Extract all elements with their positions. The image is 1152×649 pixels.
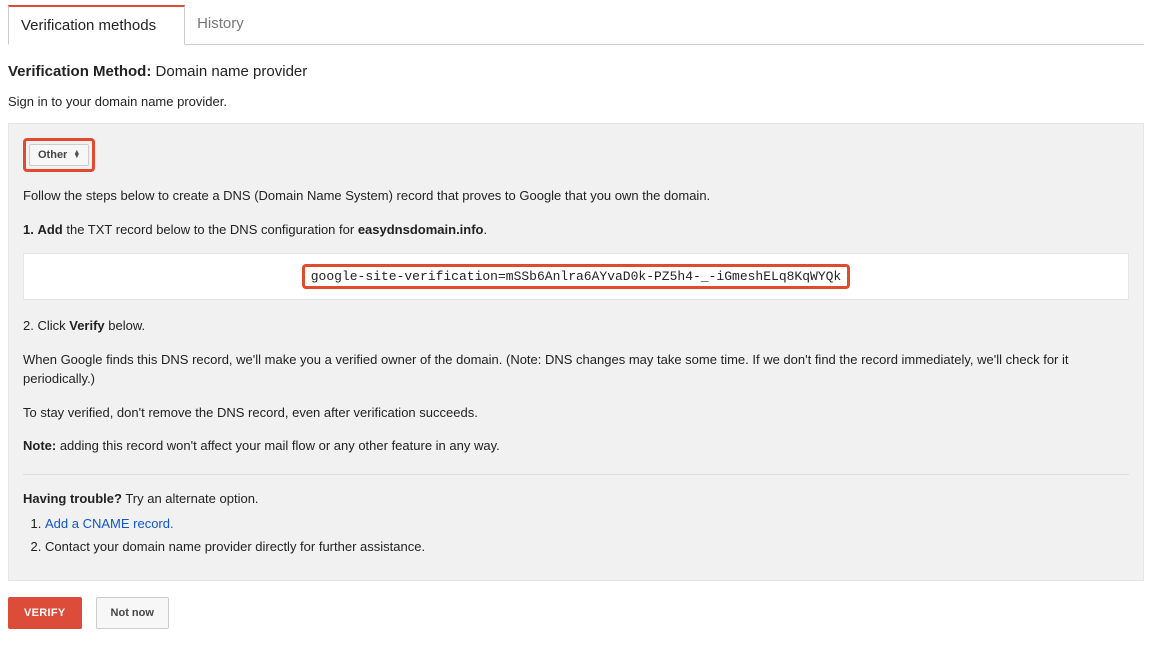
verify-button[interactable]: VERIFY [8,597,82,629]
step-2-pre: 2. Click [23,318,69,333]
signin-instruction: Sign in to your domain name provider. [8,94,1144,109]
having-trouble-text: Try an alternate option. [122,491,259,506]
step-1-domain: easydnsdomain.info [358,222,484,237]
verification-method-value: Domain name provider [156,63,308,80]
verification-method-label: Verification Method: [8,63,151,80]
instructions-panel: Other ▲▼ Follow the steps below to creat… [8,123,1144,581]
add-cname-link[interactable]: Add a CNAME record. [45,516,174,531]
provider-dropdown-highlight: Other ▲▼ [23,138,95,172]
having-trouble-label: Having trouble? [23,491,122,506]
tab-bar: Verification methods History [8,4,1144,45]
intro-text: Follow the steps below to create a DNS (… [23,186,1129,206]
verification-method-heading: Verification Method: Domain name provide… [8,63,1144,80]
divider [23,474,1129,475]
not-now-button[interactable]: Not now [96,597,169,629]
provider-dropdown[interactable]: Other ▲▼ [29,144,89,166]
step-1: 1. Add the TXT record below to the DNS c… [23,220,1129,240]
having-trouble: Having trouble? Try an alternate option. [23,489,1129,509]
alternate-options-list: Add a CNAME record. Contact your domain … [23,516,1129,554]
updown-icon: ▲▼ [73,151,80,159]
step-2-post: below. [105,318,145,333]
list-item: Add a CNAME record. [45,516,1129,531]
txt-record-value[interactable]: google-site-verification=mSSb6Anlra6AYva… [302,264,851,289]
step-1-end: . [484,222,488,237]
list-item: Contact your domain name provider direct… [45,539,1129,554]
step-1-action: Add [37,222,62,237]
action-row: VERIFY Not now [8,597,1144,629]
txt-record-box: google-site-verification=mSSb6Anlra6AYva… [23,253,1129,300]
note-label: Note: [23,438,56,453]
step-1-mid: the TXT record below to the DNS configur… [63,222,358,237]
note-text: Note: adding this record won't affect yo… [23,436,1129,456]
tab-history[interactable]: History [185,5,272,45]
contact-provider-text: Contact your domain name provider direct… [45,539,425,554]
stay-verified-text: To stay verified, don't remove the DNS r… [23,403,1129,423]
provider-dropdown-label: Other [38,149,67,161]
note-body: adding this record won't affect your mai… [56,438,500,453]
step-2-bold: Verify [69,318,104,333]
step-2: 2. Click Verify below. [23,316,1129,336]
tab-verification-methods[interactable]: Verification methods [8,5,185,45]
explain-text: When Google finds this DNS record, we'll… [23,350,1129,389]
step-1-number: 1. [23,222,34,237]
